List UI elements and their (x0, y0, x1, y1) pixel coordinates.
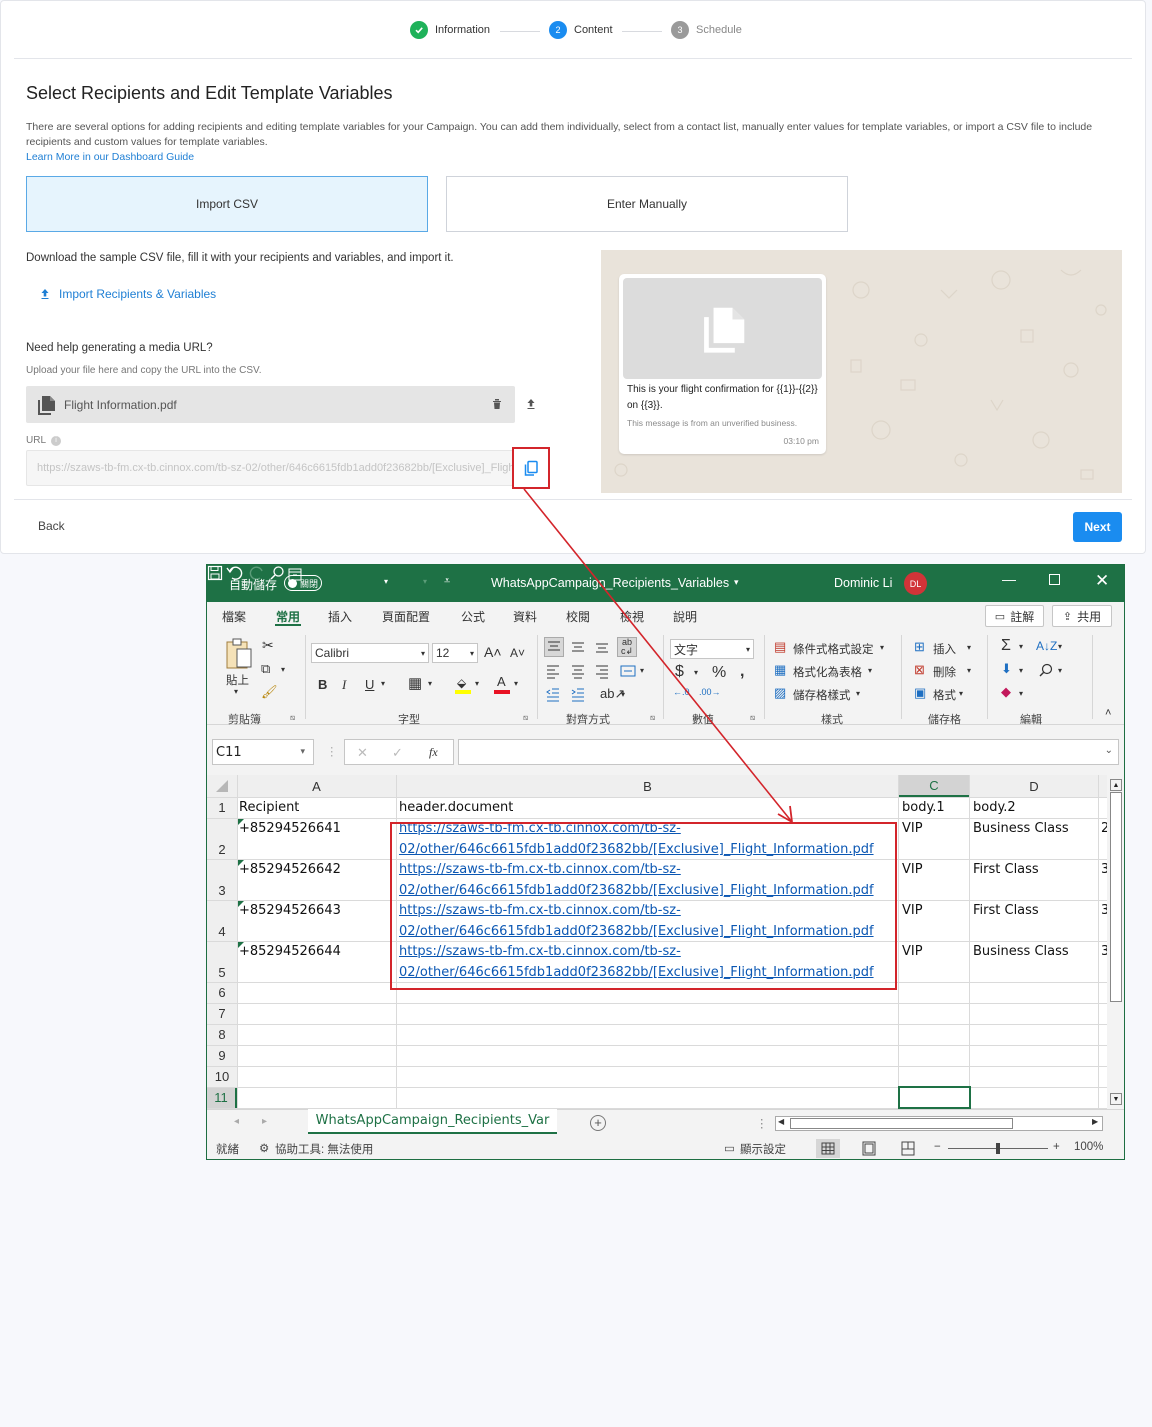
annotation-arrow (523, 488, 793, 823)
